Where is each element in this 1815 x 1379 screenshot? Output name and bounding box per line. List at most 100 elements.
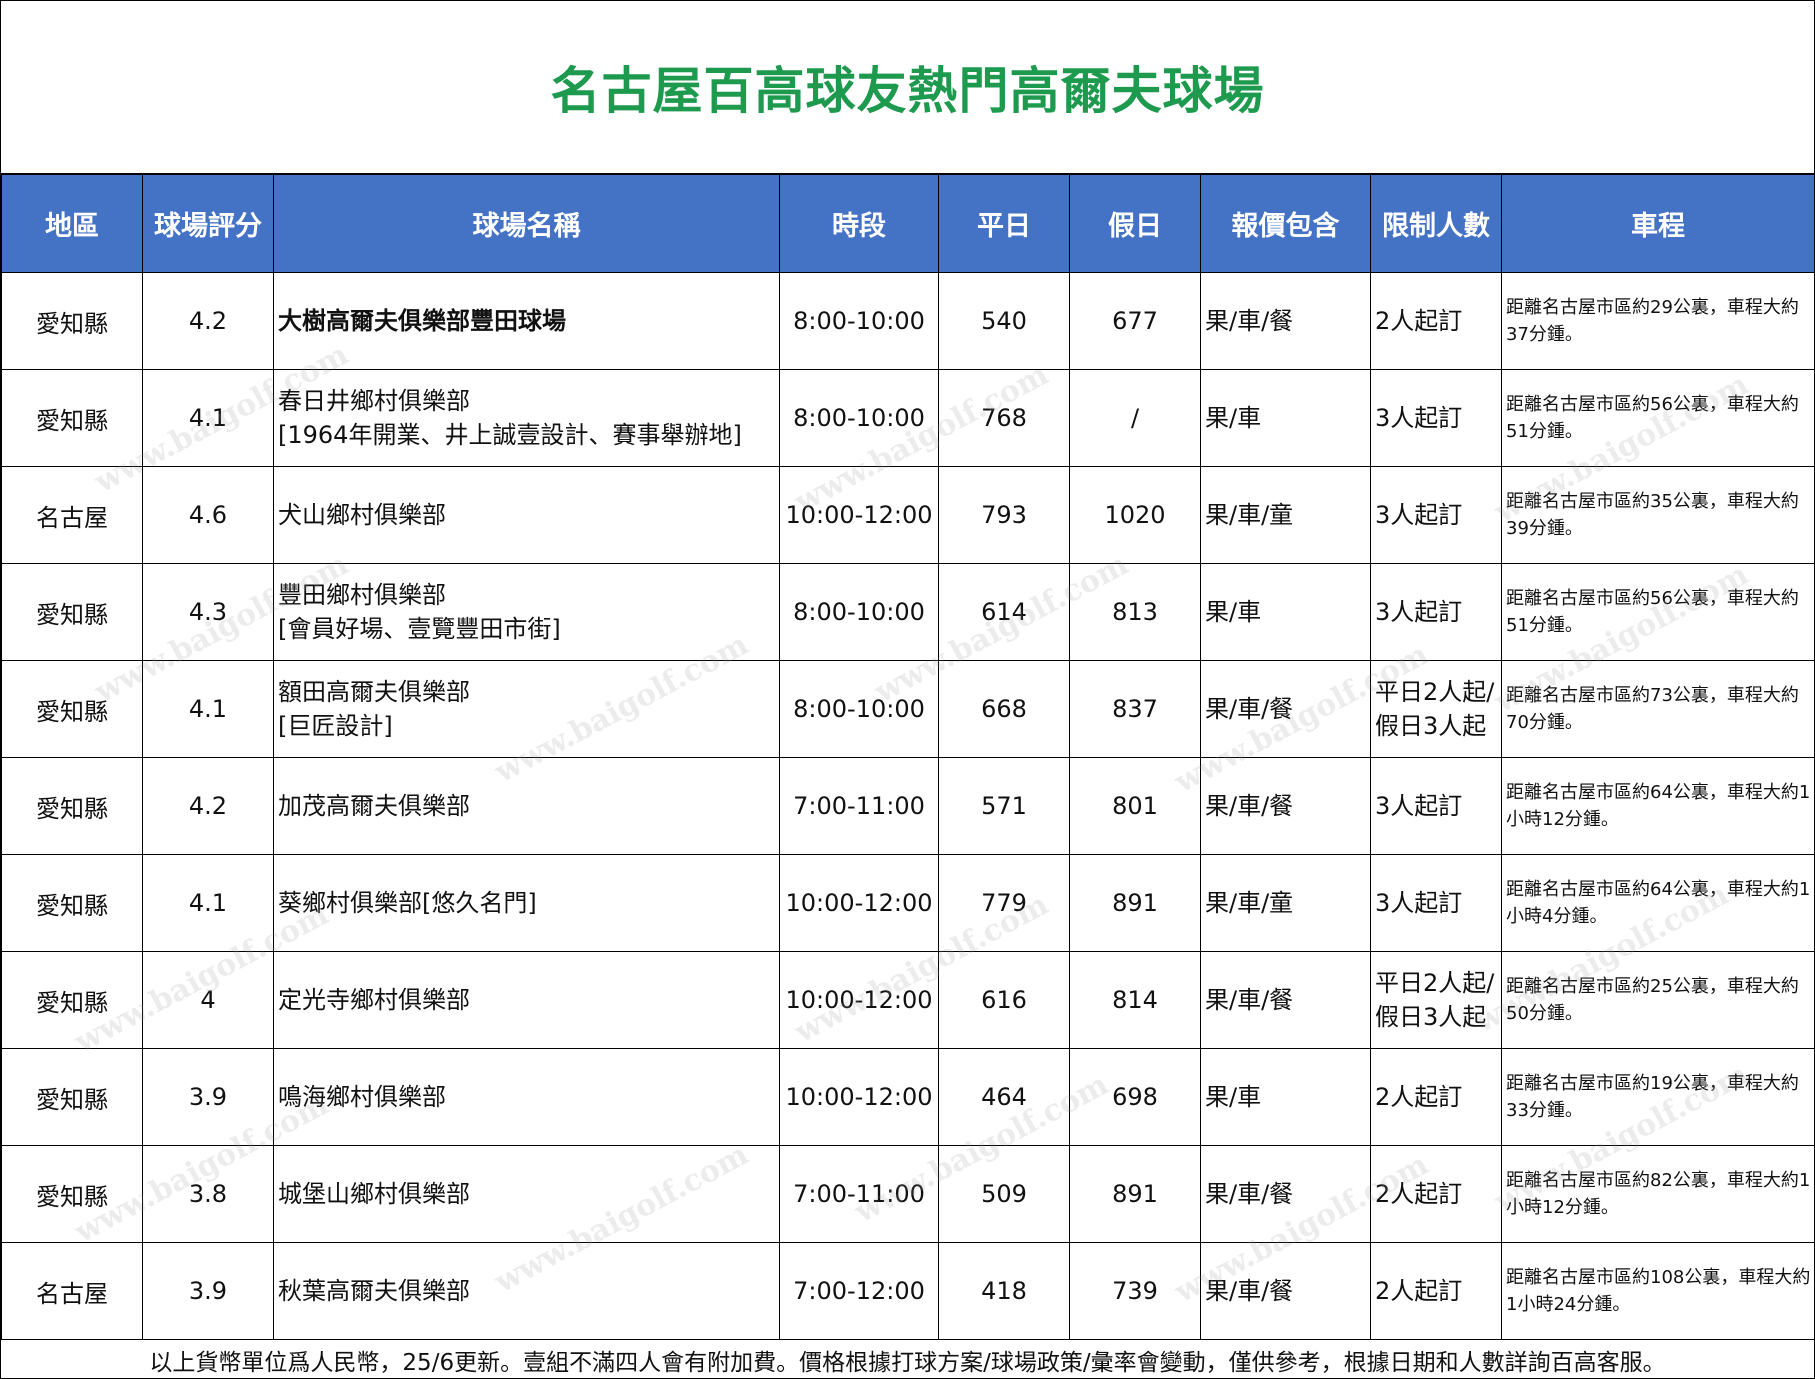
cell-limit: 3人起訂 <box>1370 854 1502 952</box>
cell-region: 名古屋 <box>1 466 143 564</box>
cell-holiday-price: 837 <box>1069 660 1201 758</box>
cell-weekday-price-text: 616 <box>981 986 1027 1014</box>
cell-course-name: 犬山鄉村俱樂部 <box>273 466 780 564</box>
cell-holiday-price-text: 677 <box>1112 307 1158 335</box>
cell-course-name-text: 春日井鄉村俱樂部 <box>278 387 470 415</box>
cell-rating: 3.8 <box>142 1145 274 1243</box>
cell-includes: 果/車/餐 <box>1200 660 1371 758</box>
cell-rating-text: 4 <box>200 986 216 1014</box>
cell-time-slot: 10:00-12:00 <box>779 466 939 564</box>
cell-course-name-text: 豐田鄉村俱樂部 <box>278 581 446 609</box>
header-rating: 球場評分 <box>142 174 274 273</box>
cell-distance-text: 距離名古屋市區約73公裏，車程大約70分鍾。 <box>1506 685 1799 733</box>
cell-course-name: 春日井鄉村俱樂部 [1964年開業、井上誠壹設計、賽事舉辦地] <box>273 369 780 467</box>
cell-time-slot-text: 10:00-12:00 <box>785 1083 933 1111</box>
cell-includes: 果/車 <box>1200 563 1371 661</box>
cell-holiday-price-text: 698 <box>1112 1083 1158 1111</box>
cell-course-name: 葵鄉村俱樂部[悠久名門] <box>273 854 780 952</box>
cell-includes-text: 果/車/餐 <box>1205 986 1294 1014</box>
cell-includes: 果/車/餐 <box>1200 1145 1371 1243</box>
cell-limit-text: 3人起訂 <box>1375 598 1463 626</box>
cell-time-slot: 7:00-11:00 <box>779 757 939 855</box>
cell-course-name-text: 鳴海鄉村俱樂部 <box>278 1083 446 1111</box>
cell-rating: 3.9 <box>142 1242 274 1340</box>
table-row: 愛知縣 3.8 城堡山鄉村俱樂部 7:00-11:00 509 891 果/車/餐 2人起訂 距… <box>1 1145 1815 1243</box>
table-row: 名古屋 4.6 犬山鄉村俱樂部 10:00-12:00 793 1020 果/車/童 3人起訂… <box>1 466 1815 564</box>
cell-includes: 果/車 <box>1200 369 1371 467</box>
cell-weekday-price-text: 418 <box>981 1277 1027 1305</box>
table-row: 愛知縣 4.2 加茂高爾夫俱樂部 7:00-11:00 571 801 果/車/餐 3人起訂 距… <box>1 757 1815 855</box>
cell-holiday-price: 739 <box>1069 1242 1201 1340</box>
cell-region-text: 愛知縣 <box>36 891 108 920</box>
cell-holiday-price: 891 <box>1069 854 1201 952</box>
cell-time-slot-text: 7:00-11:00 <box>793 792 925 820</box>
cell-weekday-price-text: 540 <box>981 307 1027 335</box>
cell-region-text: 愛知縣 <box>36 1182 108 1211</box>
cell-rating: 4 <box>142 951 274 1049</box>
cell-rating-text: 3.9 <box>188 1277 228 1305</box>
header-holiday: 假日 <box>1069 174 1201 273</box>
cell-region: 愛知縣 <box>1 1145 143 1243</box>
cell-course-name-text: 城堡山鄉村俱樂部 <box>278 1180 470 1208</box>
cell-limit: 2人起訂 <box>1370 1242 1502 1340</box>
cell-limit: 3人起訂 <box>1370 466 1502 564</box>
cell-limit-text: 2人起訂 <box>1375 1180 1463 1208</box>
page-title: 名古屋百高球友熱門高爾夫球場 <box>550 62 1265 120</box>
cell-includes: 果/車/童 <box>1200 466 1371 564</box>
footer-note: 以上貨幣單位爲人民幣，25/6更新。壹組不滿四人會有附加費。價格根據打球方案/球… <box>149 1349 1666 1376</box>
cell-weekday-price: 418 <box>938 1242 1070 1340</box>
table-row: 愛知縣 3.9 鳴海鄉村俱樂部 10:00-12:00 464 698 果/車 2人起訂 距離名… <box>1 1048 1815 1146</box>
table-row: 愛知縣 4.1 額田高爾夫俱樂部 [巨匠設計] 8:00-10:00 668 837 果/車/… <box>1 660 1815 758</box>
cell-rating-text: 4.2 <box>188 792 228 820</box>
cell-course-name: 城堡山鄉村俱樂部 <box>273 1145 780 1243</box>
cell-rating: 4.1 <box>142 854 274 952</box>
cell-region-text: 愛知縣 <box>36 309 108 338</box>
cell-limit-text: 2人起訂 <box>1375 1277 1463 1305</box>
cell-distance: 距離名古屋市區約64公裏，車程大約1小時4分鍾。 <box>1501 854 1815 952</box>
cell-region-text: 愛知縣 <box>36 406 108 435</box>
cell-rating-text: 4.6 <box>188 501 228 529</box>
cell-weekday-price: 779 <box>938 854 1070 952</box>
cell-holiday-price-text: 891 <box>1112 1180 1158 1208</box>
cell-time-slot: 7:00-11:00 <box>779 1145 939 1243</box>
header-includes: 報價包含 <box>1200 174 1371 273</box>
cell-course-name: 大樹高爾夫俱樂部豐田球場 <box>273 272 780 370</box>
cell-holiday-price: 813 <box>1069 563 1201 661</box>
cell-holiday-price: / <box>1069 369 1201 467</box>
cell-includes-text: 果/車/餐 <box>1205 695 1294 723</box>
cell-includes-text: 果/車/餐 <box>1205 1277 1294 1305</box>
cell-weekday-price-text: 571 <box>981 792 1027 820</box>
cell-rating: 3.9 <box>142 1048 274 1146</box>
cell-rating-text: 4.1 <box>188 404 228 432</box>
cell-holiday-price-text: 1020 <box>1104 501 1166 529</box>
cell-time-slot-text: 10:00-12:00 <box>785 889 933 917</box>
cell-distance-text: 距離名古屋市區約56公裏，車程大約51分鍾。 <box>1506 588 1799 636</box>
cell-holiday-price-text: 837 <box>1112 695 1158 723</box>
cell-weekday-price: 768 <box>938 369 1070 467</box>
cell-includes-text: 果/車 <box>1205 1083 1262 1111</box>
cell-region: 愛知縣 <box>1 369 143 467</box>
cell-weekday-price: 668 <box>938 660 1070 758</box>
cell-rating: 4.1 <box>142 369 274 467</box>
cell-distance-text: 距離名古屋市區約25公裏，車程大約50分鍾。 <box>1506 976 1799 1024</box>
cell-time-slot-text: 7:00-12:00 <box>793 1277 925 1305</box>
cell-distance-text: 距離名古屋市區約64公裏，車程大約1小時4分鍾。 <box>1506 879 1811 927</box>
cell-holiday-price: 891 <box>1069 1145 1201 1243</box>
cell-limit: 2人起訂 <box>1370 272 1502 370</box>
cell-holiday-price-text: / <box>1130 404 1140 432</box>
cell-distance-text: 距離名古屋市區約29公裏，車程大約37分鍾。 <box>1506 297 1799 345</box>
cell-rating-text: 4.1 <box>188 889 228 917</box>
cell-weekday-price: 793 <box>938 466 1070 564</box>
cell-course-name-text: [巨匠設計] <box>278 712 393 740</box>
cell-rating: 4.2 <box>142 757 274 855</box>
cell-region-text: 愛知縣 <box>36 988 108 1017</box>
cell-time-slot-text: 10:00-12:00 <box>785 501 933 529</box>
cell-distance-text: 距離名古屋市區約108公裏，車程大約1小時24分鍾。 <box>1506 1267 1811 1315</box>
header-course-name: 球場名稱 <box>273 174 780 273</box>
cell-weekday-price: 540 <box>938 272 1070 370</box>
cell-region-text: 愛知縣 <box>36 600 108 629</box>
cell-region-text: 名古屋 <box>36 503 108 532</box>
cell-distance: 距離名古屋市區約108公裏，車程大約1小時24分鍾。 <box>1501 1242 1815 1340</box>
cell-region: 愛知縣 <box>1 1048 143 1146</box>
cell-limit-text: 3人起訂 <box>1375 792 1463 820</box>
